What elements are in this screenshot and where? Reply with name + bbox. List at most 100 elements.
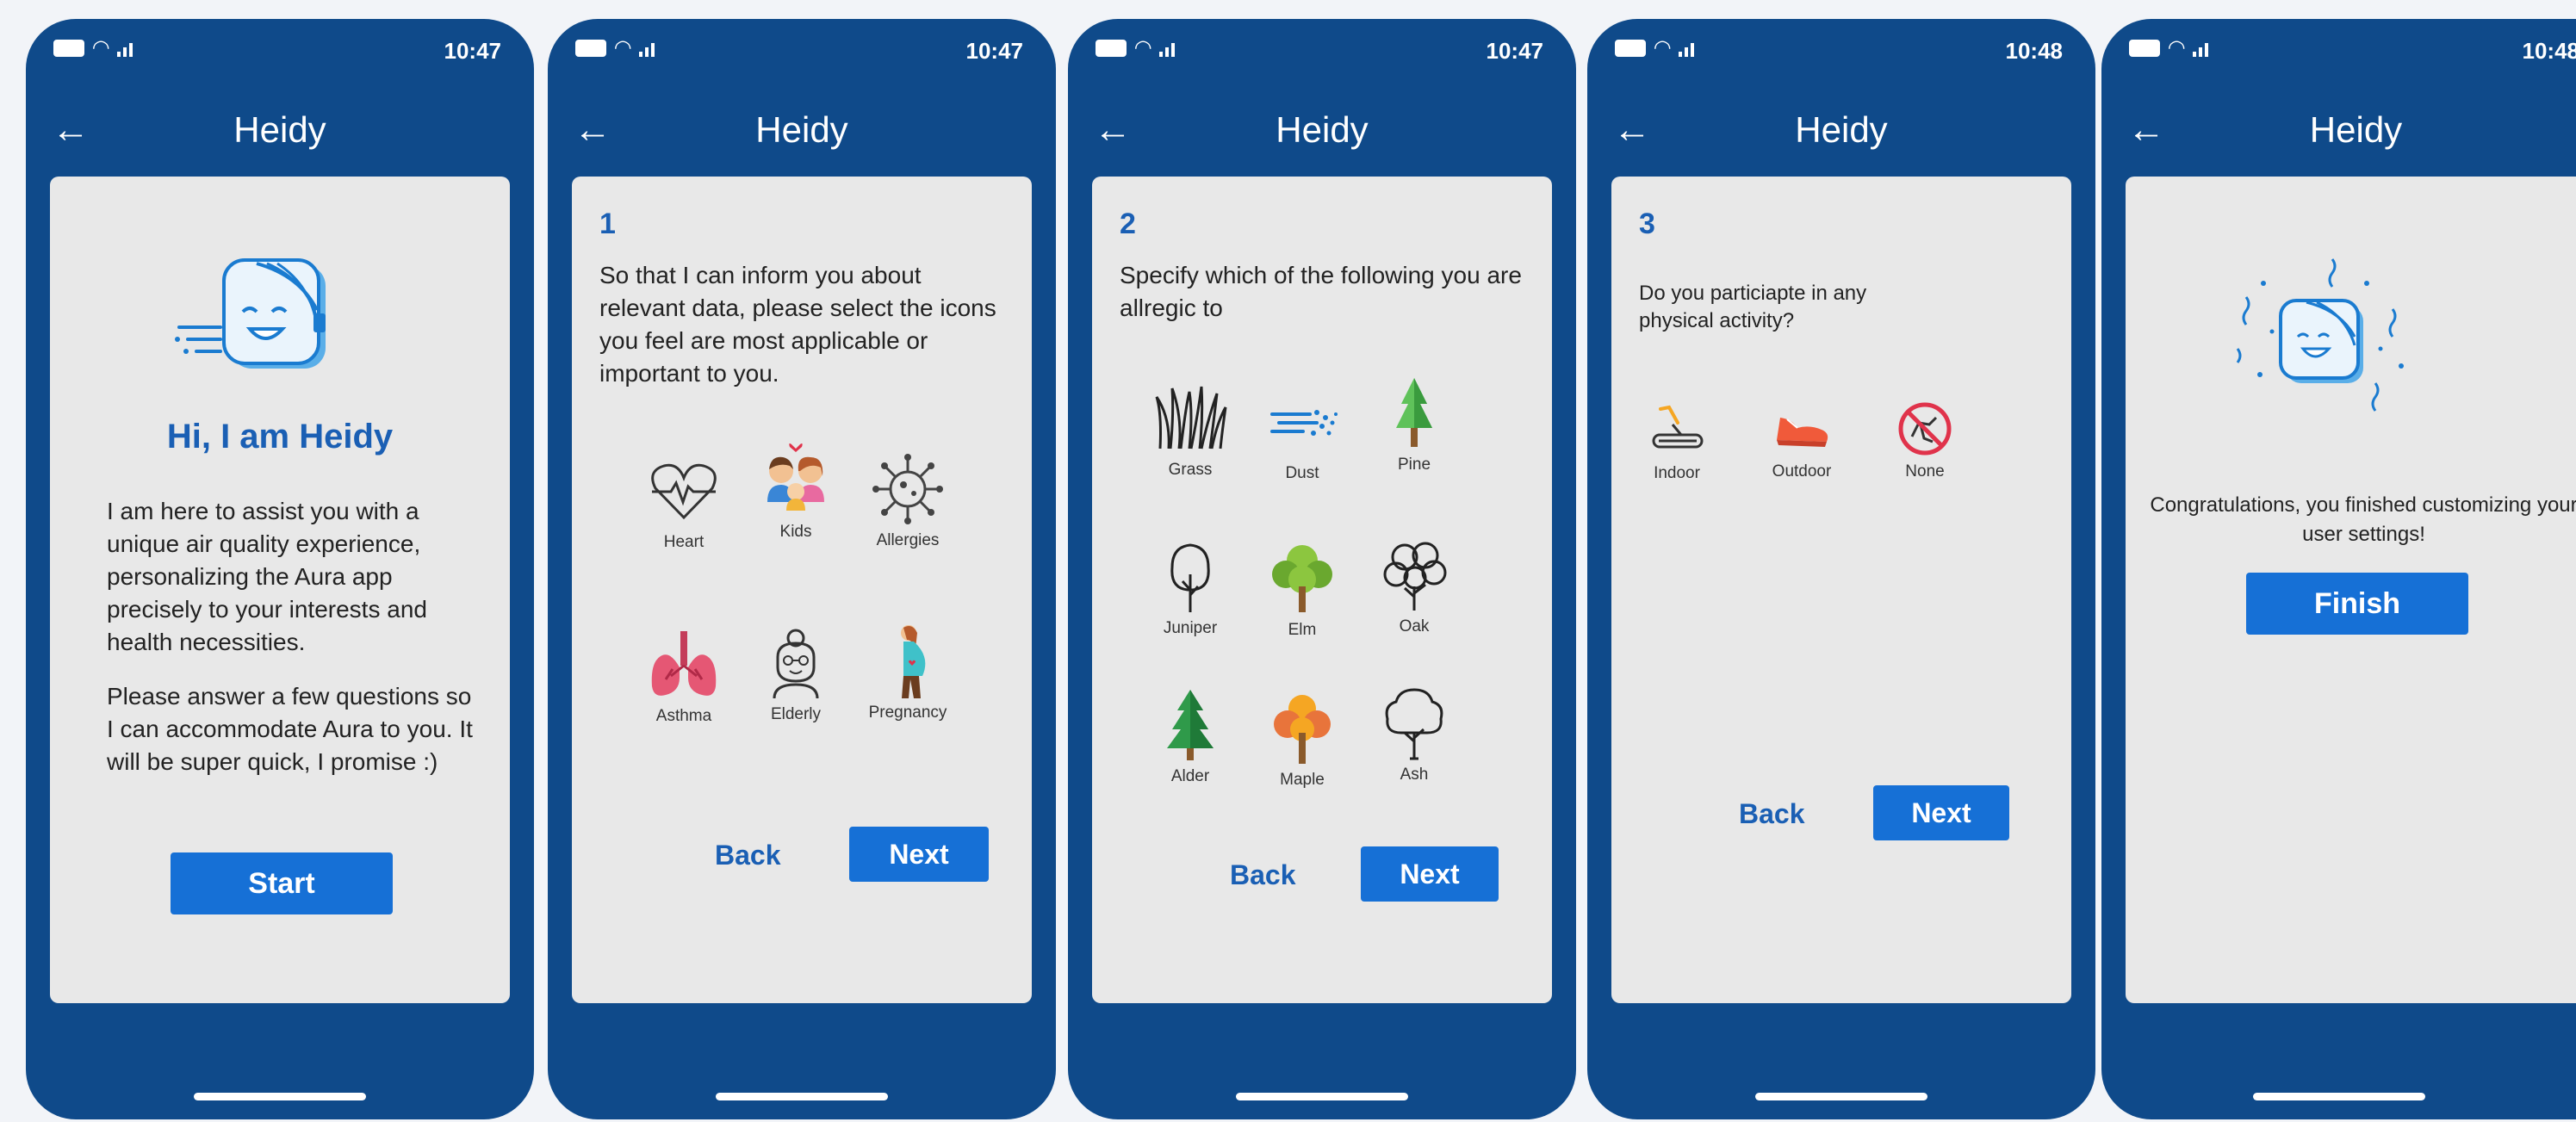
battery-icon [2129,40,2160,57]
option-pregnancy[interactable]: Pregnancy [847,623,968,722]
option-label: Indoor [1654,464,1700,482]
phone-screen-step-3: ◠ 10:48 ← Heidy 3 Do you particiapte in … [1587,19,2095,1119]
finish-button[interactable]: Finish [2246,573,2468,635]
option-alder[interactable]: Alder [1130,686,1251,786]
option-label: Dust [1285,464,1319,482]
content-card: 2 Specify which of the following you are… [1092,177,1552,1003]
option-grass[interactable]: Grass [1130,380,1251,480]
phone-screen-finish: ◠ 10:48 ← Heidy Congratulations, you fin… [2101,19,2576,1119]
option-label: Juniper [1163,619,1218,637]
home-indicator [716,1093,888,1100]
option-oak[interactable]: Oak [1354,536,1474,636]
option-label: Asthma [655,707,712,725]
welcome-paragraph-2: Please answer a few questions so I can a… [107,683,473,775]
status-bar: ◠ 10:48 [2101,19,2576,79]
option-label: Pine [1397,456,1431,474]
congrats-message: Congratulations, you finished customizin… [2150,493,2576,546]
phone-screen-welcome: ◠ 10:47 ← Heidy Hi, I am Heidy I am here… [26,19,534,1119]
wifi-icon: ◠ [93,36,109,59]
option-indoor[interactable]: Indoor [1625,400,1729,483]
status-bar: ◠ 10:47 [548,19,1056,79]
next-button[interactable]: Next [849,827,989,882]
option-juniper[interactable]: Juniper [1130,538,1251,638]
elderly-icon [773,629,819,699]
option-asthma[interactable]: Asthma [624,626,744,726]
signal-icon [117,40,133,57]
battery-icon [575,40,606,57]
start-button[interactable]: Start [171,852,393,914]
nav-bar: ← Heidy [2101,101,2576,161]
option-ash[interactable]: Ash [1354,685,1474,784]
treadmill-icon [1652,405,1704,449]
ash-tree-icon [1385,688,1443,760]
maple-tree-icon [1274,695,1331,764]
next-button[interactable]: Next [1873,785,2009,840]
status-time: 10:47 [444,38,502,64]
pine-tree-icon [1396,378,1432,447]
status-time: 10:48 [2005,38,2064,64]
signal-icon [1679,40,1695,57]
back-button[interactable]: Back [1739,798,1805,830]
alder-tree-icon [1167,690,1214,760]
content-card: 1 So that I can inform you about relevan… [572,177,1032,1003]
wifi-icon: ◠ [1135,36,1151,59]
signal-icon [1159,40,1176,57]
option-kids[interactable]: Kids [736,442,856,542]
home-indicator [2252,1093,2425,1100]
no-activity-icon [1898,402,1952,456]
home-indicator [1236,1093,1408,1100]
option-none[interactable]: None [1873,399,1977,481]
oak-tree-icon [1383,542,1447,611]
content-card: 3 Do you particiapte in any physical act… [1611,177,2071,1003]
option-label: Grass [1168,461,1213,479]
signal-icon [2193,40,2209,57]
step-number: 1 [599,208,616,240]
option-label: Alder [1170,767,1210,785]
pregnancy-icon [901,625,926,698]
option-heart[interactable]: Heart [624,452,744,552]
option-label: Kids [779,523,812,541]
option-elm[interactable]: Elm [1242,540,1362,640]
option-dust[interactable]: Dust [1242,383,1362,483]
nav-title: Heidy [1795,109,1888,150]
heidy-celebrate-icon [2236,258,2404,412]
battery-icon [53,40,84,57]
option-label: Maple [1280,771,1325,789]
back-button[interactable]: Back [1230,859,1296,891]
nav-title: Heidy [233,109,326,150]
step-number: 3 [1639,208,1655,240]
battery-icon [1096,40,1127,57]
option-pine[interactable]: Pine [1354,375,1474,474]
option-allergies[interactable]: Allergies [847,450,968,550]
running-shoe-icon [1777,418,1828,447]
question-text: So that I can inform you about relevant … [599,262,996,387]
status-bar: ◠ 10:47 [26,19,534,79]
status-time: 10:48 [2522,38,2576,64]
home-indicator [194,1093,366,1100]
option-label: Heart [663,533,705,551]
heidy-mascot-icon [175,258,326,369]
welcome-paragraph-1: I am here to assist you with a unique ai… [107,498,427,655]
wifi-icon: ◠ [1654,36,1671,59]
juniper-tree-icon [1170,543,1210,612]
elm-tree-icon [1272,545,1332,612]
battery-icon [1615,40,1646,57]
option-label: Pregnancy [868,704,947,722]
option-label: Ash [1400,766,1429,784]
back-button[interactable]: Back [715,840,781,871]
question-text: Specify which of the following you are a… [1120,262,1522,321]
option-elderly[interactable]: Elderly [736,624,856,724]
option-label: Allergies [876,531,940,549]
option-maple[interactable]: Maple [1242,690,1362,790]
lungs-icon [651,631,717,696]
option-label: Oak [1399,617,1430,635]
wifi-icon: ◠ [2169,36,2185,59]
phone-screen-step-1: ◠ 10:47 ← Heidy 1 So that I can inform y… [548,19,1056,1119]
next-button[interactable]: Next [1361,846,1499,902]
status-bar: ◠ 10:48 [1587,19,2095,79]
option-label: None [1905,462,1945,480]
nav-bar: ← Heidy [26,101,534,161]
welcome-heading: Hi, I am Heidy [166,418,394,456]
option-outdoor[interactable]: Outdoor [1746,399,1858,481]
wifi-icon: ◠ [615,36,631,59]
